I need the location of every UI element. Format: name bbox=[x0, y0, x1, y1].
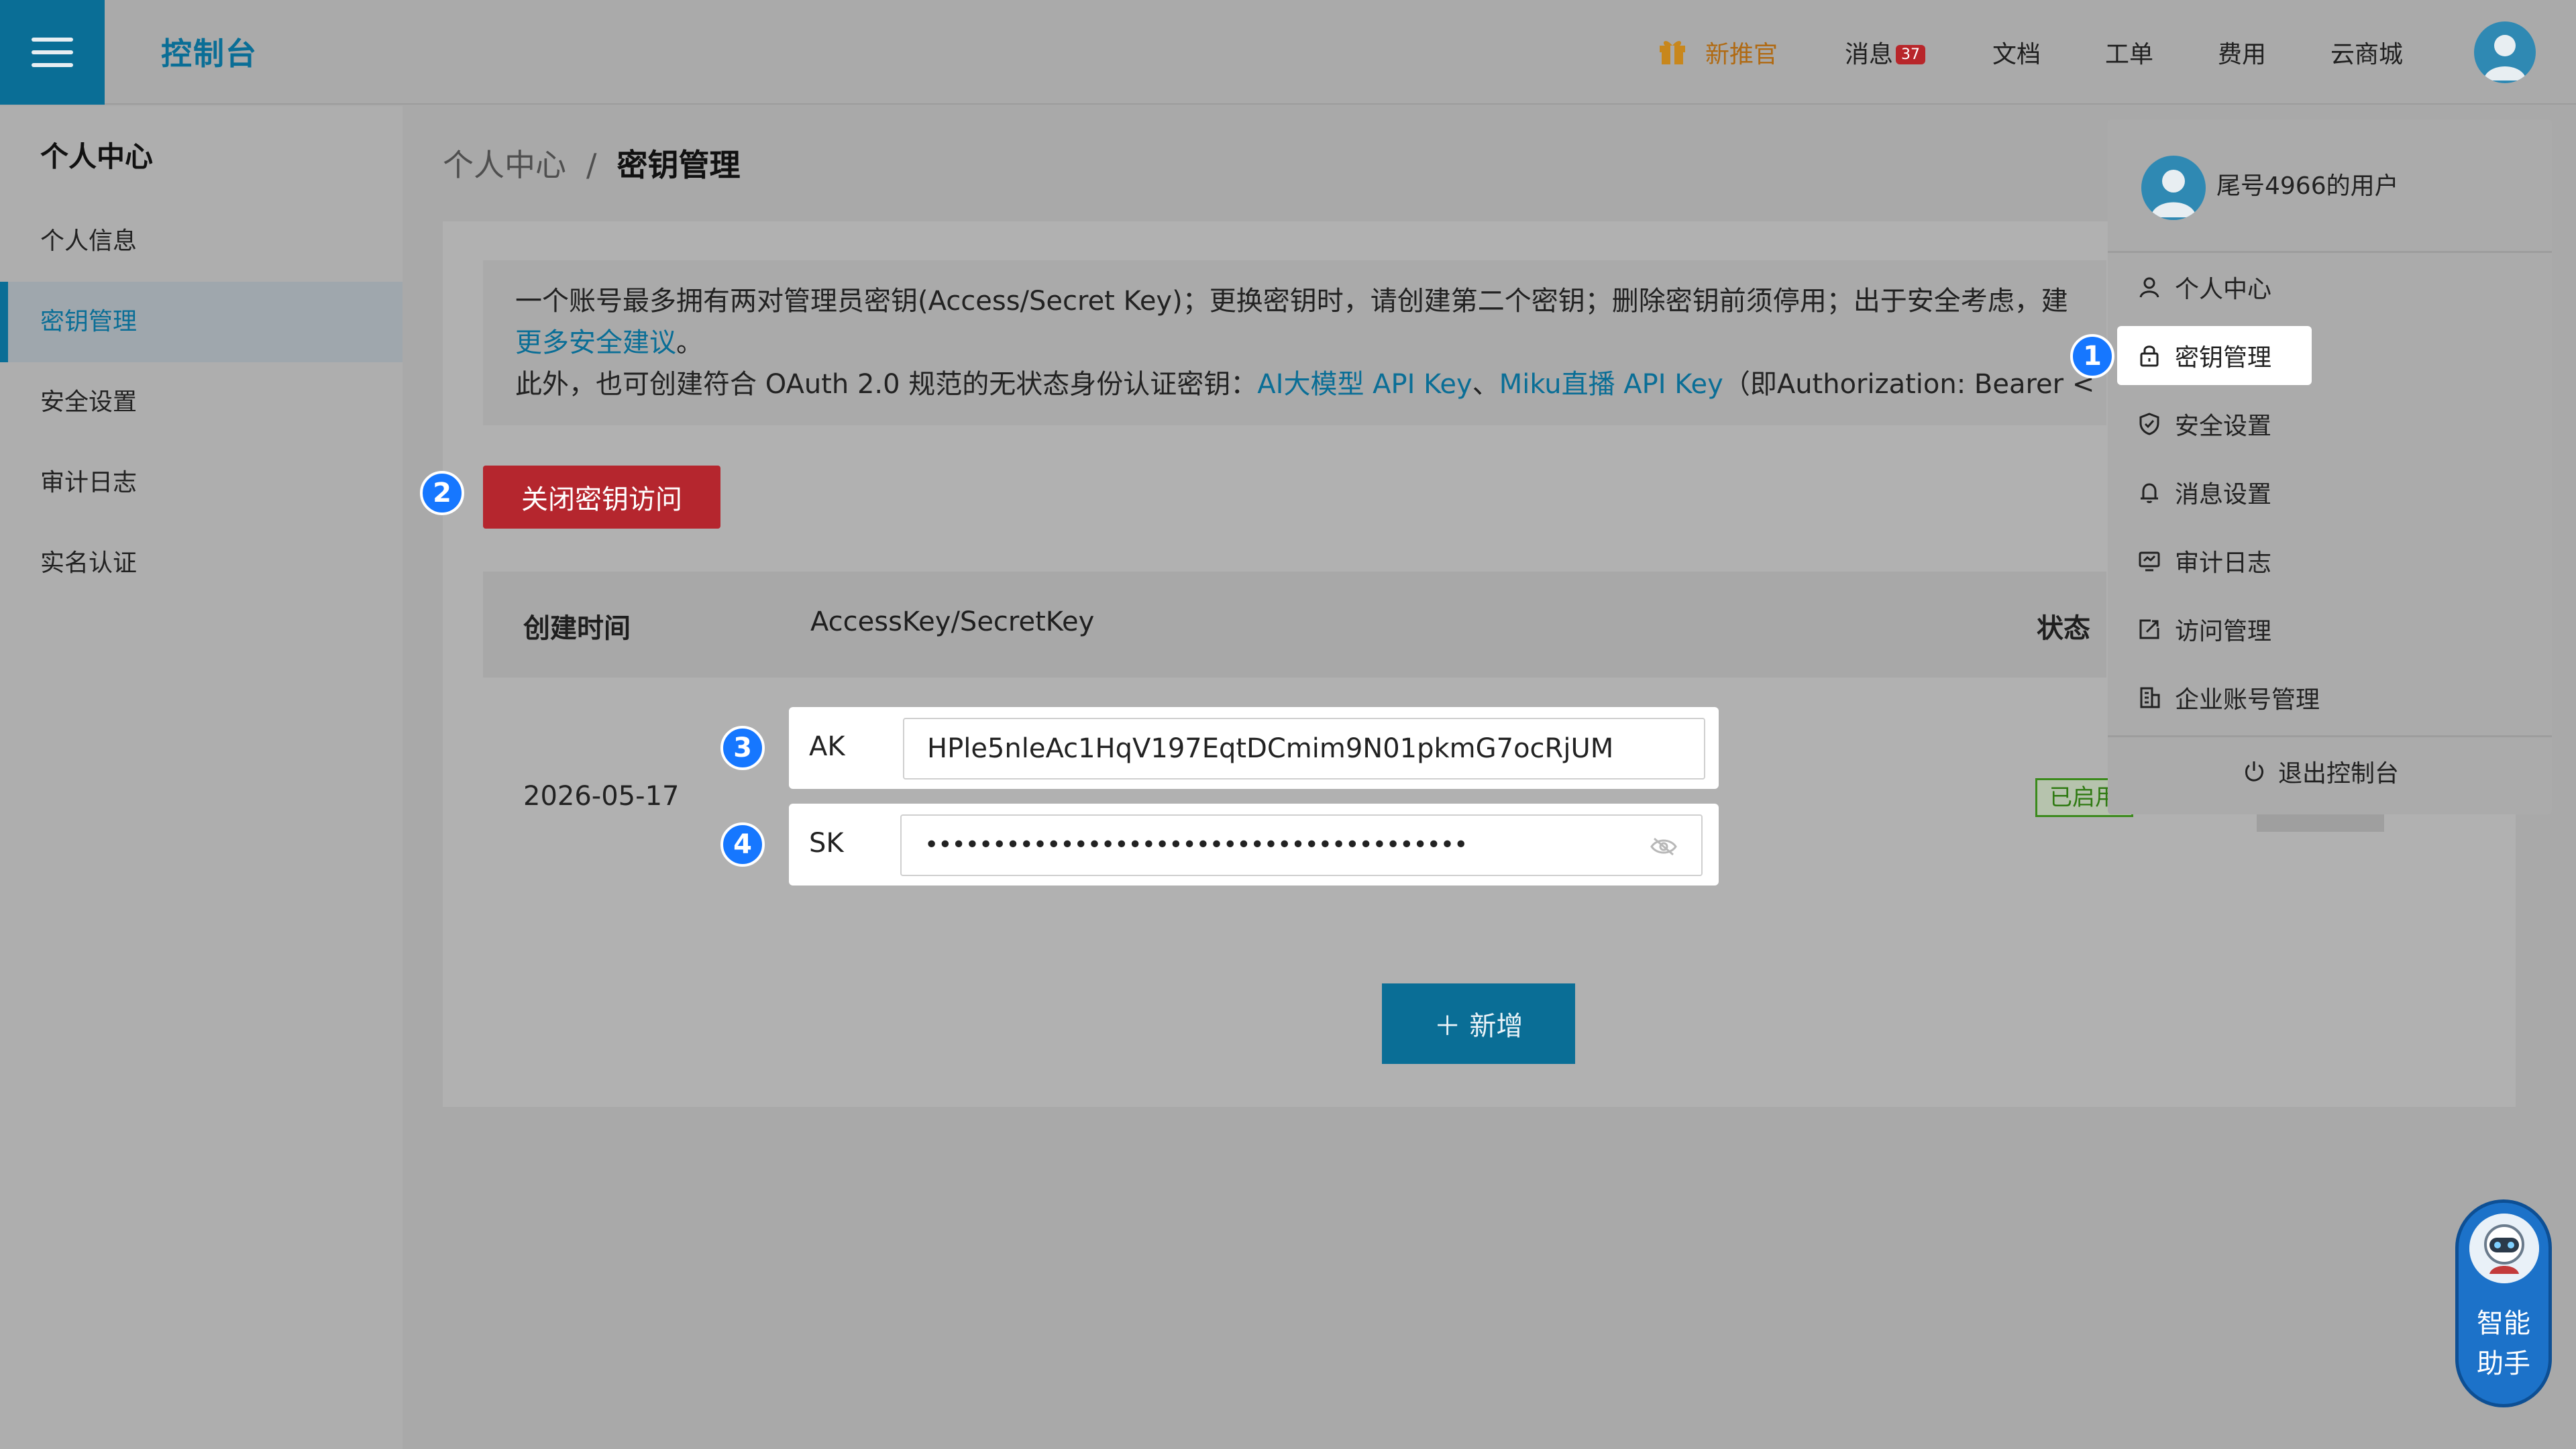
notice-link-separator: 、 bbox=[1472, 369, 1499, 400]
dropdown-item-enterprise[interactable]: 企业账号管理 bbox=[2117, 668, 2320, 727]
dropdown-item-notifications[interactable]: 消息设置 bbox=[2117, 463, 2312, 522]
sk-label: SK bbox=[809, 828, 844, 859]
secret-key-field[interactable]: •••••••••••••••••••••••••••••••••••••••• bbox=[900, 814, 1703, 876]
access-key-field[interactable]: HPle5nleAc1HqV197EqtDCmim9N01pkmG7ocRjUM bbox=[903, 718, 1705, 780]
assistant-label: 智能 助手 bbox=[2459, 1303, 2548, 1384]
column-created-time: 创建时间 bbox=[523, 613, 631, 644]
gift-icon bbox=[1660, 41, 1685, 64]
table-header: 创建时间 AccessKey/SecretKey 状态 bbox=[483, 572, 2106, 678]
dropdown-username: 尾号4966的用户 bbox=[2216, 172, 2399, 200]
add-key-button[interactable]: ＋ 新增 bbox=[1382, 983, 1575, 1064]
step-marker-2: 2 bbox=[420, 471, 464, 515]
top-bar: 控制台 新推官 消息 37 文档 工单 费用 云商城 bbox=[0, 0, 2576, 105]
smart-assistant-button[interactable]: 智能 助手 bbox=[2455, 1199, 2552, 1407]
sidebar: 个人中心 个人信息 密钥管理 安全设置 审计日志 实名认证 bbox=[0, 106, 402, 1449]
robot-icon bbox=[2469, 1214, 2539, 1283]
secret-key-masked: •••••••••••••••••••••••••••••••••••••••• bbox=[924, 831, 1468, 859]
console-title[interactable]: 控制台 bbox=[161, 30, 258, 74]
notice-line-3: 此外，也可创建符合 OAuth 2.0 规范的无状态身份认证密钥：AI大模型 A… bbox=[515, 364, 2094, 405]
monitor-icon bbox=[2139, 551, 2160, 572]
breadcrumb: 个人中心 / 密钥管理 bbox=[443, 141, 741, 185]
notice-line-1: 一个账号最多拥有两对管理员密钥(Access/Secret Key)；更换密钥时… bbox=[515, 286, 2068, 317]
security-advice-link[interactable]: 更多安全建议 bbox=[515, 327, 676, 358]
dropdown-avatar-icon bbox=[2151, 170, 2196, 217]
nav-messages[interactable]: 消息 37 bbox=[1845, 35, 1926, 70]
shield-icon bbox=[2139, 413, 2159, 435]
nav-tickets[interactable]: 工单 bbox=[2105, 35, 2153, 70]
dropdown-item-label: 个人中心 bbox=[2175, 276, 2272, 303]
dropdown-avatar bbox=[2141, 156, 2206, 220]
sidebar-item-profile[interactable]: 个人信息 bbox=[0, 201, 402, 282]
assistant-label-line-2: 助手 bbox=[2477, 1348, 2530, 1379]
notice-box: 一个账号最多拥有两对管理员密钥(Access/Secret Key)；更换密钥时… bbox=[483, 260, 2106, 425]
step-marker-3: 3 bbox=[720, 726, 765, 770]
dropdown-item-label: 密钥管理 bbox=[2175, 344, 2272, 372]
sidebar-item-audit[interactable]: 审计日志 bbox=[0, 443, 402, 523]
user-dropdown-menu: 尾号4966的用户 个人中心 密钥管理 安全设置 消息设置 审计日志 访问管理 … bbox=[2108, 119, 2552, 814]
logout-label: 退出控制台 bbox=[2278, 760, 2400, 788]
access-key-box: AK HPle5nleAc1HqV197EqtDCmim9N01pkmG7ocR… bbox=[789, 707, 1719, 789]
user-avatar[interactable] bbox=[2474, 21, 2536, 83]
breadcrumb-current: 密钥管理 bbox=[616, 147, 741, 183]
dropdown-item-label: 审计日志 bbox=[2175, 549, 2272, 577]
notice-line-3-end: （即Authorization: Bearer < bbox=[1723, 369, 2095, 400]
nav-marketplace[interactable]: 云商城 bbox=[2330, 35, 2403, 70]
dropdown-item-label: 企业账号管理 bbox=[2175, 686, 2320, 714]
user-icon bbox=[2139, 277, 2159, 298]
user-avatar-icon bbox=[2483, 35, 2526, 80]
secret-key-box: SK •••••••••••••••••••••••••••••••••••••… bbox=[789, 804, 1719, 885]
dropdown-item-profile[interactable]: 个人中心 bbox=[2117, 258, 2312, 317]
nav-messages-label: 消息 bbox=[1845, 41, 1894, 68]
notice-line-2: 更多安全建议。 bbox=[515, 322, 2074, 364]
sidebar-item-keys[interactable]: 密钥管理 bbox=[0, 282, 402, 362]
building-icon bbox=[2140, 687, 2160, 708]
dropdown-item-access[interactable]: 访问管理 bbox=[2117, 600, 2312, 659]
notice-line-3-text: 此外，也可创建符合 OAuth 2.0 规范的无状态身份认证密钥： bbox=[515, 369, 1258, 400]
eye-off-icon[interactable] bbox=[1650, 836, 1677, 857]
notice-period: 。 bbox=[676, 327, 703, 358]
hamburger-menu-icon[interactable] bbox=[0, 0, 105, 105]
dropdown-divider bbox=[2108, 251, 2552, 253]
miku-api-key-link[interactable]: Miku直播 API Key bbox=[1499, 369, 1723, 400]
nav-billing[interactable]: 费用 bbox=[2218, 35, 2266, 70]
nav-docs[interactable]: 文档 bbox=[1992, 35, 2041, 70]
dropdown-divider bbox=[2108, 735, 2552, 737]
step-marker-1: 1 bbox=[2070, 334, 2114, 378]
close-key-access-button[interactable]: 关闭密钥访问 bbox=[483, 466, 720, 529]
ai-api-key-link[interactable]: AI大模型 API Key bbox=[1257, 369, 1472, 400]
breadcrumb-separator: / bbox=[586, 147, 597, 183]
row-created-date: 2026-05-17 bbox=[523, 781, 680, 812]
ak-label: AK bbox=[809, 731, 845, 762]
power-icon bbox=[2245, 761, 2263, 782]
dropdown-item-label: 消息设置 bbox=[2175, 481, 2272, 508]
dropdown-item-security[interactable]: 安全设置 bbox=[2117, 394, 2312, 453]
assistant-label-line-1: 智能 bbox=[2477, 1308, 2530, 1339]
promo-link[interactable]: 新推官 bbox=[1705, 35, 1778, 70]
dropdown-item-label: 访问管理 bbox=[2175, 618, 2272, 645]
step-marker-4: 4 bbox=[720, 822, 765, 867]
sidebar-item-verification[interactable]: 实名认证 bbox=[0, 523, 402, 604]
breadcrumb-parent[interactable]: 个人中心 bbox=[443, 147, 566, 183]
column-keys: AccessKey/SecretKey bbox=[810, 606, 1095, 637]
access-icon bbox=[2139, 619, 2159, 639]
sidebar-title: 个人中心 bbox=[40, 140, 154, 173]
dropdown-item-keys[interactable]: 密钥管理 bbox=[2117, 326, 2312, 385]
dropdown-item-audit[interactable]: 审计日志 bbox=[2117, 531, 2312, 590]
column-status: 状态 bbox=[2037, 613, 2090, 644]
lock-icon bbox=[2140, 345, 2159, 367]
dropdown-item-label: 安全设置 bbox=[2175, 413, 2272, 440]
message-count-badge: 37 bbox=[1896, 44, 1926, 64]
logout-button[interactable]: 退出控制台 bbox=[2242, 754, 2399, 789]
sidebar-item-security[interactable]: 安全设置 bbox=[0, 362, 402, 443]
bell-icon bbox=[2141, 483, 2158, 503]
